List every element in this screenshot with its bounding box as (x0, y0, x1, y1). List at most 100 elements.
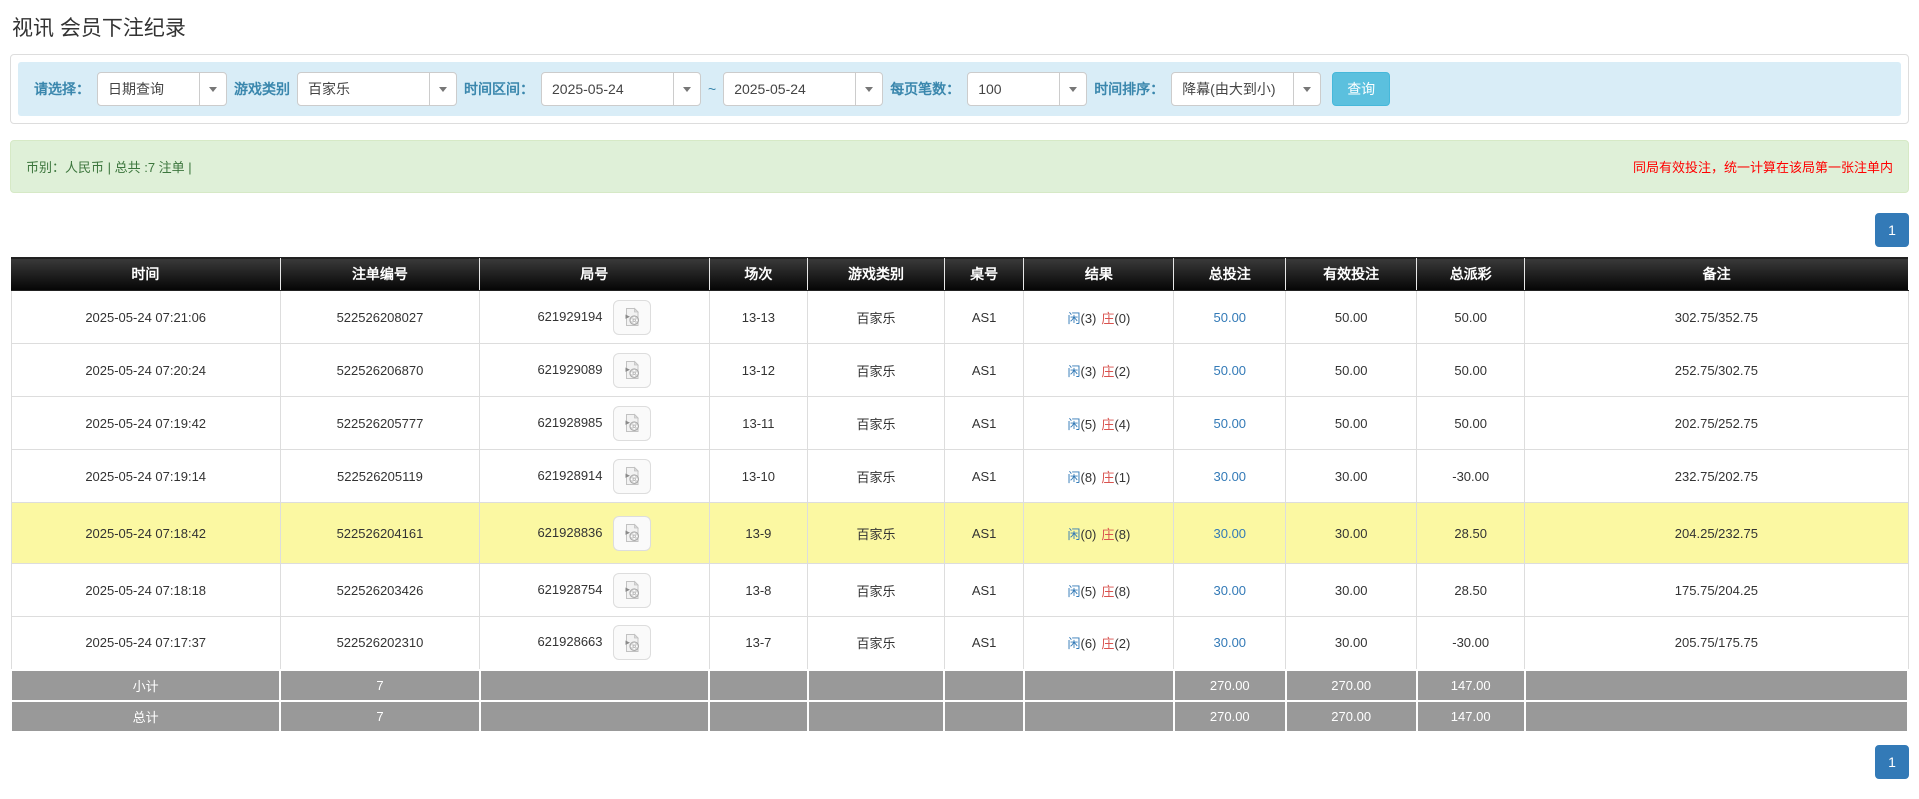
empty-cell (1022, 668, 1175, 702)
round-id-text: 621928836 (537, 524, 603, 540)
total-bet-link[interactable]: 50.00 (1214, 363, 1247, 378)
chevron-down-icon (673, 73, 700, 105)
cell-payout: -30.00 (1416, 616, 1526, 670)
query-type-select[interactable]: 日期查询 (97, 72, 227, 106)
video-replay-button[interactable] (613, 299, 652, 335)
date-to-value: 2025-05-24 (734, 81, 806, 97)
empty-cell (708, 668, 809, 702)
result-banker-count: (8) (1114, 583, 1131, 599)
cell-total-bet: 50.00 (1173, 343, 1287, 397)
query-type-value: 日期查询 (108, 81, 164, 97)
cell-time: 2025-05-24 07:18:42 (10, 502, 281, 564)
cell-payout: 50.00 (1416, 290, 1526, 344)
result-banker-label: 庄 (1101, 469, 1115, 485)
result-player-label: 闲 (1067, 636, 1081, 652)
cell-bet-id: 522526208027 (279, 290, 481, 344)
time-range-label: 时间区间： (464, 81, 534, 97)
total-bet-link[interactable]: 50.00 (1214, 416, 1247, 431)
cell-time: 2025-05-24 07:18:18 (10, 563, 281, 617)
records-table: 时间 注单编号 局号 场次 游戏类别 桌号 结果 总投注 有效投注 总派彩 备注… (9, 257, 1910, 733)
sort-order-value: 降幕(由大到小) (1182, 81, 1276, 97)
column-header-session: 场次 (708, 257, 808, 291)
game-type-select[interactable]: 百家乐 (297, 72, 457, 106)
cell-payout: 28.50 (1416, 502, 1526, 564)
result-player-label: 闲 (1067, 526, 1081, 542)
cell-round-id: 621928985 (479, 396, 710, 450)
video-replay-button[interactable] (613, 625, 652, 661)
result-banker-count: (1) (1114, 469, 1131, 485)
page-1-button[interactable]: 1 (1875, 213, 1909, 247)
cell-valid-bet: 50.00 (1285, 396, 1418, 450)
result-banker-label: 庄 (1101, 310, 1115, 326)
column-header-remark: 备注 (1524, 257, 1908, 291)
empty-cell (943, 699, 1025, 733)
cell-game-type: 百家乐 (807, 396, 945, 450)
total-label: 总计 (9, 699, 282, 733)
date-from-select[interactable]: 2025-05-24 (541, 72, 701, 106)
video-replay-button[interactable] (613, 352, 652, 388)
result-banker-count: (8) (1114, 526, 1131, 542)
chevron-down-icon (199, 73, 226, 105)
table-row: 2025-05-24 07:19:14 522526205119 6219289… (10, 449, 1909, 503)
cell-remark: 252.75/302.75 (1524, 343, 1909, 397)
cell-total-bet: 30.00 (1173, 563, 1287, 617)
cell-time: 2025-05-24 07:20:24 (10, 343, 281, 397)
cell-time: 2025-05-24 07:17:37 (10, 616, 281, 670)
result-banker-count: (2) (1114, 636, 1131, 652)
cell-total-bet: 30.00 (1173, 449, 1287, 503)
result-banker-label: 庄 (1101, 416, 1115, 432)
cell-game-type: 百家乐 (807, 563, 945, 617)
total-bet-link[interactable]: 30.00 (1214, 583, 1247, 598)
cell-valid-bet: 30.00 (1285, 449, 1418, 503)
empty-cell (806, 668, 946, 702)
total-bet-link[interactable]: 50.00 (1214, 310, 1247, 325)
cell-result: 闲(3) 庄(0) (1023, 290, 1175, 344)
cell-round-id: 621929089 (479, 343, 710, 397)
cell-session: 13-7 (708, 616, 809, 670)
video-replay-button[interactable] (613, 405, 652, 441)
total-bet-link[interactable]: 30.00 (1214, 469, 1247, 484)
chevron-down-icon (1059, 73, 1086, 105)
sort-order-select[interactable]: 降幕(由大到小) (1171, 72, 1322, 106)
search-button[interactable]: 查询 (1332, 72, 1391, 106)
date-from-value: 2025-05-24 (552, 81, 624, 97)
summary-note: 同局有效投注，统一计算在该局第一张注单内 (1632, 160, 1893, 175)
total-payout: 147.00 (1415, 699, 1526, 733)
total-total-bet: 270.00 (1172, 699, 1287, 733)
video-replay-button[interactable] (613, 572, 652, 608)
cell-result: 闲(6) 庄(2) (1023, 616, 1175, 670)
date-to-select[interactable]: 2025-05-24 (723, 72, 884, 106)
total-bet-link[interactable]: 30.00 (1214, 635, 1247, 650)
page-1-button[interactable]: 1 (1875, 744, 1909, 779)
subtotal-label: 小计 (9, 668, 282, 702)
table-row: 2025-05-24 07:20:24 522526206870 6219290… (10, 343, 1909, 397)
result-player-count: (0) (1080, 526, 1097, 542)
cell-session: 13-9 (708, 502, 809, 564)
total-bet-link[interactable]: 30.00 (1214, 526, 1247, 541)
cell-result: 闲(8) 庄(1) (1023, 449, 1175, 503)
table-row: 2025-05-24 07:21:06 522526208027 6219291… (10, 290, 1909, 344)
result-player-count: (3) (1080, 363, 1097, 379)
video-replay-button[interactable] (613, 458, 652, 494)
cell-game-type: 百家乐 (807, 502, 945, 564)
column-header-total-bet: 总投注 (1173, 257, 1286, 291)
result-banker-label: 庄 (1101, 636, 1115, 652)
empty-cell (806, 699, 946, 733)
table-row: 2025-05-24 07:19:42 522526205777 6219289… (10, 396, 1909, 450)
video-replay-button[interactable] (613, 515, 652, 551)
result-player-label: 闲 (1067, 363, 1081, 379)
cell-remark: 302.75/352.75 (1524, 290, 1909, 344)
cell-game-type: 百家乐 (807, 290, 945, 344)
film-reel-icon (625, 580, 640, 599)
column-header-round-id: 局号 (479, 257, 710, 291)
cell-result: 闲(5) 庄(8) (1023, 563, 1175, 617)
cell-session: 13-8 (708, 563, 809, 617)
cell-session: 13-13 (708, 290, 809, 344)
page-size-select[interactable]: 100 (967, 72, 1088, 106)
result-banker-label: 庄 (1101, 526, 1115, 542)
film-reel-icon (625, 307, 640, 326)
cell-table-no: AS1 (943, 343, 1025, 397)
table-row: 2025-05-24 07:18:42 522526204161 6219288… (10, 502, 1909, 564)
cell-game-type: 百家乐 (807, 616, 945, 670)
result-player-count: (5) (1080, 583, 1097, 599)
